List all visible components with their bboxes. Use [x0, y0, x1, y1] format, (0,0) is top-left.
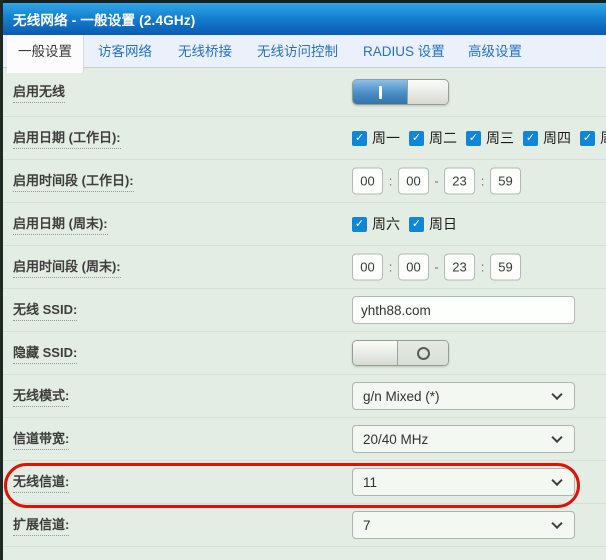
- checkbox-checked-icon: ✓: [352, 217, 367, 232]
- time-colon-separator: :: [475, 174, 490, 189]
- hide-ssid-label: 隐藏 SSID:: [13, 342, 77, 364]
- wireless-settings-page: 无线网络 - 一般设置 (2.4GHz) 一般设置 访客网络 无线桥接 无线访问…: [0, 0, 606, 560]
- toggle-knob: [407, 80, 448, 104]
- toggle-on-icon: [379, 86, 382, 99]
- enable-wireless-toggle[interactable]: [352, 79, 449, 105]
- tab-radius-settings[interactable]: RADIUS 设置: [363, 35, 445, 68]
- channel-bandwidth-select[interactable]: 20/40 MHz: [352, 425, 575, 453]
- page-title: 无线网络 - 一般设置 (2.4GHz): [13, 9, 196, 29]
- toggle-knob: [353, 341, 398, 365]
- tab-guest-network[interactable]: 访客网络: [98, 35, 152, 68]
- wireless-channel-label: 无线信道:: [13, 471, 69, 493]
- row-hide-ssid: 隐藏 SSID:: [3, 332, 606, 375]
- extension-channel-label: 扩展信道:: [13, 514, 69, 536]
- checkbox-label: 周六: [372, 214, 400, 234]
- checkbox-checked-icon: ✓: [580, 131, 595, 146]
- row-enable-time-weekday: 启用时间段 (工作日): : - :: [3, 160, 606, 203]
- checkbox-tuesday[interactable]: ✓ 周二: [409, 128, 466, 148]
- row-extension-channel: 扩展信道: 7: [3, 504, 606, 547]
- selected-value: g/n Mixed (*): [363, 389, 440, 404]
- row-enable-days-weekend: 启用日期 (周末): ✓ 周六 ✓ 周日: [3, 203, 606, 246]
- chevron-down-icon: [551, 518, 562, 529]
- enable-wireless-label: 启用无线: [13, 81, 65, 103]
- selected-value: 7: [363, 518, 371, 533]
- next-row-partial: [3, 547, 606, 560]
- window-left-edge: [0, 0, 3, 560]
- toggle-on-track: [353, 80, 407, 104]
- checkbox-label: 周日: [429, 214, 457, 234]
- checkbox-checked-icon: ✓: [523, 131, 538, 146]
- wireless-mode-select[interactable]: g/n Mixed (*): [352, 382, 575, 410]
- enable-time-weekday-label: 启用时间段 (工作日):: [13, 170, 134, 192]
- row-ssid: 无线 SSID:: [3, 289, 606, 332]
- weekend-to-minute-input[interactable]: [490, 254, 521, 281]
- weekend-from-hour-input[interactable]: [352, 254, 383, 281]
- settings-form: 启用无线 启用日期 (工作日): ✓ 周一: [3, 68, 606, 560]
- checkbox-label: 周五: [600, 128, 606, 148]
- checkbox-label: 周二: [429, 128, 457, 148]
- enable-days-weekday-label: 启用日期 (工作日):: [13, 127, 121, 149]
- checkbox-friday[interactable]: ✓ 周五: [580, 128, 606, 148]
- checkbox-saturday[interactable]: ✓ 周六: [352, 214, 409, 234]
- tab-wireless-bridge[interactable]: 无线桥接: [178, 35, 232, 68]
- time-colon-separator: :: [475, 260, 490, 275]
- row-enable-time-weekend: 启用时间段 (周末): : - :: [3, 246, 606, 289]
- ssid-label: 无线 SSID:: [13, 299, 77, 321]
- row-wireless-mode: 无线模式: g/n Mixed (*): [3, 375, 606, 418]
- row-channel-bandwidth: 信道带宽: 20/40 MHz: [3, 418, 606, 461]
- enable-time-weekend-label: 启用时间段 (周末):: [13, 256, 121, 278]
- checkbox-checked-icon: ✓: [409, 217, 424, 232]
- ssid-input[interactable]: [352, 296, 575, 324]
- tab-advanced-settings[interactable]: 高级设置: [468, 35, 522, 68]
- hide-ssid-toggle[interactable]: [352, 340, 449, 366]
- wireless-channel-select[interactable]: 11: [352, 468, 575, 496]
- checkbox-checked-icon: ✓: [352, 131, 367, 146]
- window-top-edge: [0, 0, 606, 3]
- time-colon-separator: :: [383, 174, 398, 189]
- enable-days-weekend-label: 启用日期 (周末):: [13, 213, 108, 235]
- chevron-down-icon: [551, 432, 562, 443]
- main-panel: 无线网络 - 一般设置 (2.4GHz) 一般设置 访客网络 无线桥接 无线访问…: [3, 3, 606, 560]
- toggle-off-icon: [417, 347, 430, 360]
- tab-general-settings[interactable]: 一般设置: [7, 35, 84, 73]
- chevron-down-icon: [551, 389, 562, 400]
- chevron-down-icon: [551, 475, 562, 486]
- wireless-mode-label: 无线模式:: [13, 385, 69, 407]
- checkbox-sunday[interactable]: ✓ 周日: [409, 214, 466, 234]
- selected-value: 20/40 MHz: [363, 432, 428, 447]
- checkbox-thursday[interactable]: ✓ 周四: [523, 128, 580, 148]
- weekend-to-hour-input[interactable]: [444, 254, 475, 281]
- tab-wireless-access-control[interactable]: 无线访问控制: [257, 35, 338, 68]
- row-wireless-channel: 无线信道: 11: [3, 461, 606, 504]
- time-dash-separator: -: [429, 174, 444, 189]
- weekday-from-hour-input[interactable]: [352, 168, 383, 195]
- time-dash-separator: -: [429, 260, 444, 275]
- toggle-off-track: [398, 341, 448, 365]
- row-enable-days-weekday: 启用日期 (工作日): ✓ 周一 ✓ 周二 ✓ 周三 ✓: [3, 117, 606, 160]
- checkbox-monday[interactable]: ✓ 周一: [352, 128, 409, 148]
- weekday-to-minute-input[interactable]: [490, 168, 521, 195]
- extension-channel-select[interactable]: 7: [352, 511, 575, 539]
- checkbox-label: 周四: [543, 128, 571, 148]
- checkbox-checked-icon: ✓: [466, 131, 481, 146]
- checkbox-label: 周一: [372, 128, 400, 148]
- section-title-bar: 无线网络 - 一般设置 (2.4GHz): [3, 3, 606, 35]
- weekend-from-minute-input[interactable]: [398, 254, 429, 281]
- selected-value: 11: [363, 475, 377, 490]
- checkbox-label: 周三: [486, 128, 514, 148]
- time-colon-separator: :: [383, 260, 398, 275]
- tab-bar: 一般设置 访客网络 无线桥接 无线访问控制 RADIUS 设置 高级设置: [3, 35, 606, 68]
- checkbox-checked-icon: ✓: [409, 131, 424, 146]
- weekday-from-minute-input[interactable]: [398, 168, 429, 195]
- channel-bandwidth-label: 信道带宽:: [13, 428, 69, 450]
- row-enable-wireless: 启用无线: [3, 68, 606, 117]
- checkbox-wednesday[interactable]: ✓ 周三: [466, 128, 523, 148]
- weekday-to-hour-input[interactable]: [444, 168, 475, 195]
